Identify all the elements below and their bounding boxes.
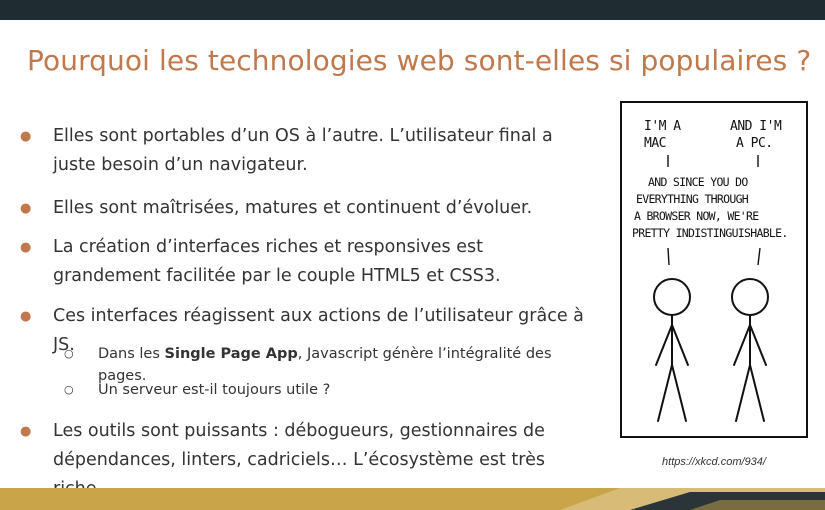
comic-left-speech-line: I'M A bbox=[644, 119, 681, 134]
speech-tail-right-lower bbox=[757, 247, 761, 266]
sub-bullet-prefix: Dans les bbox=[98, 346, 165, 362]
bullet-item: ● La création d’interfaces riches et res… bbox=[18, 233, 588, 291]
bullet-marker-icon: ● bbox=[20, 201, 32, 216]
slide-title: Pourquoi les technologies web sont-elles… bbox=[27, 44, 812, 77]
sub-bullet-text: Un serveur est-il toujours utile ? bbox=[98, 382, 331, 398]
bullet-item: ● Elles sont portables d’un OS à l’autre… bbox=[18, 122, 588, 180]
sub-bullet-bold: Single Page App bbox=[164, 346, 298, 362]
bullet-marker-icon: ● bbox=[20, 309, 32, 324]
comic-right-speech-line: AND I'M bbox=[730, 119, 782, 134]
comic-shared-speech-line: EVERYTHING THROUGH bbox=[636, 192, 749, 206]
comic-source-caption: https://xkcd.com/934/ bbox=[662, 456, 766, 468]
bottom-bar-shapes bbox=[0, 488, 825, 510]
sub-bullet-marker-icon: ○ bbox=[64, 383, 74, 396]
speech-tail-left-lower bbox=[667, 247, 670, 266]
comic-shared-speech-line: A BROWSER NOW, WE'RE bbox=[634, 209, 759, 223]
comic-shared-speech-line: AND SINCE YOU DO bbox=[648, 175, 748, 189]
comic-right-speech-line: A PC. bbox=[736, 136, 773, 151]
bullet-item: ● Elles sont maîtrisées, matures et cont… bbox=[18, 194, 588, 223]
bullet-marker-icon: ● bbox=[20, 240, 32, 255]
bullet-marker-icon: ● bbox=[20, 129, 32, 144]
xkcd-comic: I'M A MAC AND I'M A PC. AND SINCE YOU DO… bbox=[620, 101, 808, 438]
bullet-text: La création d’interfaces riches et respo… bbox=[53, 237, 501, 286]
bullet-text: Elles sont maîtrisées, matures et contin… bbox=[53, 198, 533, 218]
stick-figure-mac bbox=[653, 278, 691, 422]
comic-drawing: I'M A MAC AND I'M A PC. AND SINCE YOU DO… bbox=[632, 119, 788, 422]
bottom-decorative-bar bbox=[0, 488, 825, 510]
bullet-text: Elles sont portables d’un OS à l’autre. … bbox=[53, 126, 553, 175]
sub-bullet-item: ○ Un serveur est-il toujours utile ? bbox=[64, 379, 584, 401]
stick-figure-pc bbox=[731, 278, 769, 422]
top-bar bbox=[0, 0, 825, 20]
comic-left-speech-line: MAC bbox=[644, 136, 666, 151]
comic-shared-speech-line: PRETTY INDISTINGUISHABLE. bbox=[632, 226, 788, 240]
